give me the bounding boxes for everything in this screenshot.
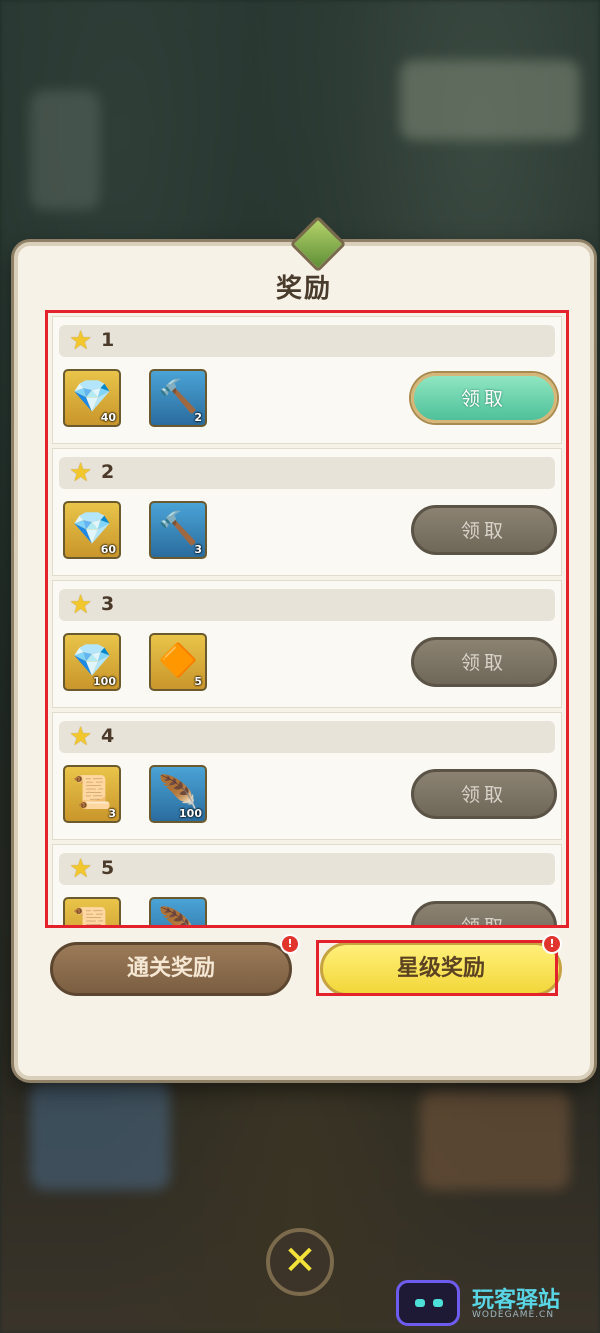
star-requirement: 4 — [101, 725, 115, 747]
star-icon: ★ — [69, 326, 93, 356]
claim-button[interactable]: 领取 — [411, 637, 557, 687]
dialog-title: 奖励 — [275, 274, 332, 304]
star-requirement: 2 — [101, 461, 115, 483]
background-block — [30, 90, 100, 210]
star-requirement: 3 — [101, 593, 115, 615]
star-requirement: 1 — [101, 329, 115, 351]
scroll-icon: 📜 — [72, 905, 112, 928]
background-block — [30, 1080, 170, 1190]
reward-item-slot[interactable]: 💎 40 — [63, 369, 121, 427]
claim-button[interactable]: 领取 — [411, 373, 557, 423]
star-icon: ★ — [69, 458, 93, 488]
watermark-subtext: WODEGAME.CN — [472, 1310, 555, 1320]
claim-button[interactable]: 领取 — [411, 901, 557, 925]
tab-star-rewards-highlight — [316, 940, 558, 996]
star-icon: ★ — [69, 854, 93, 884]
reward-row-header: ★ 3 — [59, 589, 555, 621]
item-quantity: 60 — [100, 543, 116, 556]
reward-item-slot[interactable]: 🔶 5 — [149, 633, 207, 691]
hammer-icon: 🔨 — [158, 377, 198, 415]
reward-row-header: ★ 1 — [59, 325, 555, 357]
item-quantity: 100 — [179, 807, 202, 820]
item-quantity: 100 — [93, 675, 116, 688]
site-watermark: 玩客驿站 WODEGAME.CN — [396, 1280, 596, 1328]
tab-clear-rewards[interactable]: 通关奖励 — [50, 942, 292, 996]
reward-row: ★ 1 💎 40 🔨 2 领取 — [52, 316, 562, 444]
item-quantity: 3 — [108, 807, 116, 820]
reward-item-slot[interactable]: 🪶 100 — [149, 765, 207, 823]
close-button[interactable]: ✕ — [266, 1228, 334, 1296]
reward-row: ★ 5 📜 🪶 领取 — [52, 844, 562, 928]
star-icon: ★ — [69, 722, 93, 752]
tab-star-rewards-alert-badge: ! — [542, 934, 562, 954]
reward-row: ★ 3 💎 100 🔶 5 领取 — [52, 580, 562, 708]
item-quantity: 5 — [194, 675, 202, 688]
reward-row-header: ★ 4 — [59, 721, 555, 753]
scroll-icon: 📜 — [72, 773, 112, 811]
reward-item-slot[interactable]: 💎 100 — [63, 633, 121, 691]
close-icon: ✕ — [283, 1238, 317, 1284]
item-quantity: 40 — [100, 411, 116, 424]
reward-item-slot[interactable]: 📜 3 — [63, 765, 121, 823]
item-quantity: 3 — [194, 543, 202, 556]
item-quantity: 2 — [194, 411, 202, 424]
rewards-dialog: 奖励 ★ 1 💎 40 🔨 2 领取 ★ 2 💎 60 🔨 3 领取 ★ 3 💎 100 🔶 5 领取 ★ 4 📜 3 🪶 100 领… — [14, 215, 594, 1080]
reward-row: ★ 2 💎 60 🔨 3 领取 — [52, 448, 562, 576]
hammer-icon: 🔨 — [158, 509, 198, 547]
claim-button[interactable]: 领取 — [411, 505, 557, 555]
star-requirement: 5 — [101, 857, 115, 879]
reward-item-slot[interactable]: 🪶 — [149, 897, 207, 928]
feather-icon: 🪶 — [158, 905, 198, 928]
reward-item-slot[interactable]: 🔨 3 — [149, 501, 207, 559]
background-block — [420, 1090, 570, 1190]
reward-item-slot[interactable]: 💎 60 — [63, 501, 121, 559]
reward-row: ★ 4 📜 3 🪶 100 领取 — [52, 712, 562, 840]
robot-logo-icon — [396, 1280, 460, 1326]
reward-item-slot[interactable]: 🔨 2 — [149, 369, 207, 427]
reward-row-header: ★ 5 — [59, 853, 555, 885]
reward-item-slot[interactable]: 📜 — [63, 897, 121, 928]
star-icon: ★ — [69, 590, 93, 620]
background-block — [400, 60, 580, 140]
reward-list[interactable]: ★ 1 💎 40 🔨 2 领取 ★ 2 💎 60 🔨 3 领取 ★ 3 💎 100 🔶 5 领取 ★ 4 📜 3 🪶 100 领取 ★ 5… — [45, 310, 569, 928]
reward-row-header: ★ 2 — [59, 457, 555, 489]
amber-gem-icon: 🔶 — [158, 641, 198, 679]
claim-button[interactable]: 领取 — [411, 769, 557, 819]
tab-clear-rewards-alert-badge: ! — [280, 934, 300, 954]
